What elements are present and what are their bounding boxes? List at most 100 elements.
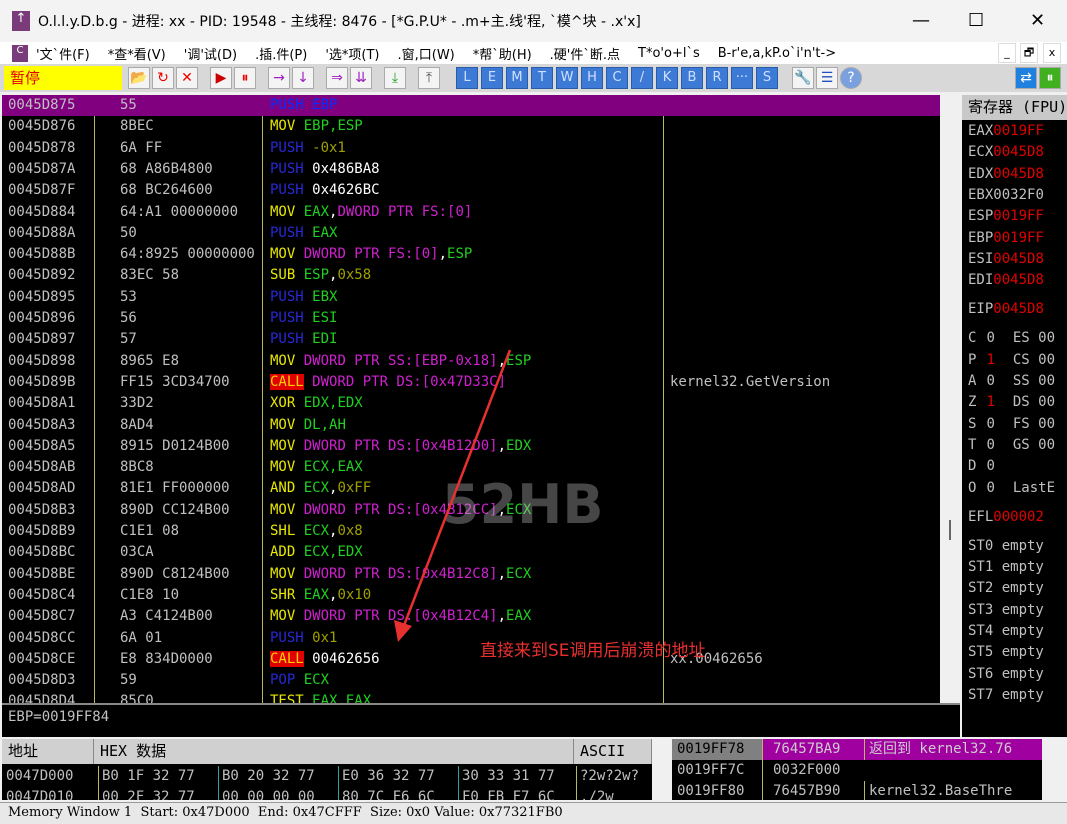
disasm-row[interactable]: 0045D878 6A FF PUSH -0x1 xyxy=(2,138,940,159)
register-line[interactable]: EAX0019FF xyxy=(968,123,1044,139)
disasm-row[interactable]: 0045D898 8965 E8 MOV DWORD PTR SS:[EBP-0x1… xyxy=(2,351,940,372)
close-program-icon[interactable]: ✕ xyxy=(176,67,198,89)
minimize-button[interactable]: — xyxy=(912,10,930,31)
restart-icon[interactable]: ↻ xyxy=(152,67,174,89)
register-line[interactable]: ST6 empty xyxy=(968,666,1044,682)
disasm-row[interactable]: 0045D884 64:A1 00000000 MOV EAX,DWORD PTR … xyxy=(2,202,940,223)
disasm-row[interactable]: 0045D8C7 A3 C4124B00 MOV DWORD PTR DS:[0x4… xyxy=(2,606,940,627)
disasm-row[interactable]: 0045D88A 50 PUSH EAX xyxy=(2,223,940,244)
menu-plugins[interactable]: .插.件(P) xyxy=(255,44,307,63)
disasm-row[interactable]: 0045D8BE 890D C8124B00 MOV DWORD PTR DS:[0… xyxy=(2,564,940,585)
disasm-row[interactable]: 0045D892 83EC 58 SUB ESP,0x58 xyxy=(2,265,940,286)
trace-over-icon[interactable]: ⇊ xyxy=(350,67,372,89)
patches-button[interactable]: / xyxy=(631,67,653,89)
disasm-row[interactable]: 0045D895 53 PUSH EBX xyxy=(2,287,940,308)
wrench-icon[interactable]: 🔧 xyxy=(792,67,814,89)
menu-file[interactable]: '文`件(F) xyxy=(36,44,90,63)
register-line[interactable]: ST3 empty xyxy=(968,602,1044,618)
disasm-row[interactable]: 0045D876 8BEC MOV EBP,ESP xyxy=(2,116,940,137)
disasm-row[interactable]: 0045D87A 68 A86B4800 PUSH 0x486BA8 xyxy=(2,159,940,180)
disasm-row[interactable]: 0045D87F 68 BC264600 PUSH 0x4626BC xyxy=(2,180,940,201)
source-button[interactable]: S xyxy=(756,67,778,89)
step-into-icon[interactable]: → xyxy=(268,67,290,89)
menu-tools[interactable]: T*o'o+l`s xyxy=(638,46,700,61)
disasm-row[interactable]: 0045D89B FF15 3CD34700 CALL DWORD PTR DS:[… xyxy=(2,372,940,393)
execute-till-return-icon[interactable]: ⤓ xyxy=(384,67,406,89)
disassembly-scrollbar[interactable] xyxy=(940,95,960,703)
menu-debug[interactable]: '调'试(D) xyxy=(184,44,237,63)
mdi-restore-button[interactable]: 🗗 xyxy=(1020,43,1038,63)
mdi-close-button[interactable]: x xyxy=(1043,43,1061,63)
run-icon[interactable]: ▶ xyxy=(210,67,232,89)
menu-options[interactable]: '选*项(T) xyxy=(325,44,379,63)
open-icon[interactable]: 📂 xyxy=(128,67,150,89)
stack-pane[interactable]: 0019FF78 76457BA9 返回到 kernel32.76 0019FF7C 0… xyxy=(672,739,1042,800)
disasm-row[interactable]: 0045D8D4 85C0 TEST EAX,EAX xyxy=(2,691,940,703)
disasm-row[interactable]: 0045D8A1 33D2 XOR EDX,EDX xyxy=(2,393,940,414)
flag-line[interactable]: P 1 CS 00 xyxy=(968,352,1055,368)
disasm-row[interactable]: 0045D896 56 PUSH ESI xyxy=(2,308,940,329)
register-line[interactable]: ESP0019FF xyxy=(968,208,1044,224)
disasm-row[interactable]: 0045D8CC 6A 01 PUSH 0x1 xyxy=(2,628,940,649)
log-window-button[interactable]: L xyxy=(456,67,478,89)
help-icon[interactable]: ? xyxy=(840,67,862,89)
register-line[interactable]: EDX0045D8 xyxy=(968,166,1044,182)
step-over-icon[interactable]: ↓ xyxy=(292,67,314,89)
register-line[interactable]: ST2 empty xyxy=(968,580,1044,596)
register-line[interactable]: EBP0019FF xyxy=(968,230,1044,246)
memory-map-button[interactable]: M xyxy=(506,67,528,89)
stack-row[interactable]: 0019FF80 76457B90 kernel32.BaseThre xyxy=(672,781,1042,800)
disasm-row[interactable]: 0045D8C4 C1E8 10 SHR EAX,0x10 xyxy=(2,585,940,606)
register-line[interactable]: ST0 empty xyxy=(968,538,1044,554)
menu-window[interactable]: .窗,口(W) xyxy=(397,44,454,63)
threads-button[interactable]: T xyxy=(531,67,553,89)
switch-icon[interactable]: ⇄ xyxy=(1015,67,1037,89)
menu-breakpoint[interactable]: B-r'e,a,kP.o`i'n't-> xyxy=(718,46,836,61)
register-line[interactable]: ESI0045D8 xyxy=(968,251,1044,267)
register-line[interactable]: ST4 empty xyxy=(968,623,1044,639)
register-line[interactable]: EDI0045D8 xyxy=(968,272,1044,288)
dump-header-address[interactable]: 地址 xyxy=(2,739,94,764)
register-line[interactable]: EBX0032F0 xyxy=(968,187,1044,203)
pause-icon[interactable]: ⏸ xyxy=(234,67,256,89)
register-line[interactable]: ECX0045D8 xyxy=(968,144,1044,160)
registers-pane[interactable]: 寄存器 (FPU) EAX0019FF ECX0045D8 EDX0045D8 EBX… xyxy=(962,95,1067,737)
disasm-row[interactable]: 0045D8BC 03CA ADD ECX,EDX xyxy=(2,542,940,563)
scrollbar-thumb[interactable] xyxy=(949,520,951,540)
register-line[interactable]: ST7 empty xyxy=(968,687,1044,703)
dump-header-hex[interactable]: HEX 数据 xyxy=(94,739,574,764)
mdi-minimize-button[interactable]: _ xyxy=(998,43,1016,63)
menu-help[interactable]: *帮`助(H) xyxy=(473,44,532,63)
call-stack-button[interactable]: K xyxy=(656,67,678,89)
disasm-row[interactable]: 0045D8D3 59 POP ECX xyxy=(2,670,940,691)
flag-line[interactable]: C 0 ES 00 xyxy=(968,330,1055,346)
register-line[interactable]: ST5 empty xyxy=(968,644,1044,660)
stack-row[interactable]: 0019FF7C 0032F000 xyxy=(672,760,1042,781)
disasm-row[interactable]: 0045D8CE E8 834D0000 CALL 00462656 xx.00462… xyxy=(2,649,940,670)
flag-line[interactable]: T 0 GS 00 xyxy=(968,437,1055,453)
close-button[interactable]: ✕ xyxy=(1030,10,1045,31)
flag-line[interactable]: A 0 SS 00 xyxy=(968,373,1055,389)
flag-line[interactable]: S 0 FS 00 xyxy=(968,416,1055,432)
run-trace-button[interactable]: ··· xyxy=(731,67,753,89)
flag-line[interactable]: Z 1 DS 00 xyxy=(968,394,1055,410)
handles-button[interactable]: H xyxy=(581,67,603,89)
windows-button[interactable]: W xyxy=(556,67,578,89)
disasm-row[interactable]: 0045D875 55 PUSH EBP xyxy=(2,95,940,117)
disasm-row[interactable]: 0045D897 57 PUSH EDI xyxy=(2,329,940,350)
breakpoints-button[interactable]: B xyxy=(681,67,703,89)
dump-header-ascii[interactable]: ASCII xyxy=(574,739,652,764)
cpu-button[interactable]: C xyxy=(606,67,628,89)
modules-button[interactable]: E xyxy=(481,67,503,89)
execute-till-user-code-icon[interactable]: ⤒ xyxy=(418,67,440,89)
stack-row[interactable]: 0019FF78 76457BA9 返回到 kernel32.76 xyxy=(672,739,1042,760)
maximize-button[interactable]: ☐ xyxy=(968,10,984,31)
list-icon[interactable]: ☰ xyxy=(816,67,838,89)
disasm-row[interactable]: 0045D8A3 8AD4 MOV DL,AH xyxy=(2,415,940,436)
register-line[interactable]: EIP0045D8 xyxy=(968,301,1044,317)
register-line[interactable]: EFL000002 xyxy=(968,509,1044,525)
register-line[interactable]: ST1 empty xyxy=(968,559,1044,575)
references-button[interactable]: R xyxy=(706,67,728,89)
memory-dump-pane[interactable]: 地址 HEX 数据 ASCII 0047D000 B0 1F 32 77 B0 20… xyxy=(2,739,652,800)
flag-line[interactable]: D0 xyxy=(968,458,1013,474)
